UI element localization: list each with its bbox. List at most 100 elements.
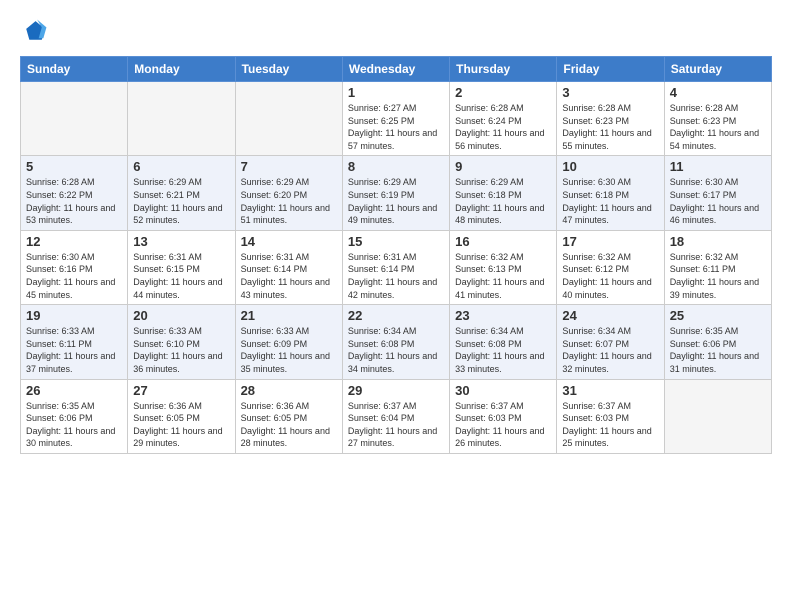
cell-info: Sunrise: 6:36 AM Sunset: 6:05 PM Dayligh… [133, 400, 229, 450]
calendar-cell: 28Sunrise: 6:36 AM Sunset: 6:05 PM Dayli… [235, 379, 342, 453]
cell-info: Sunrise: 6:36 AM Sunset: 6:05 PM Dayligh… [241, 400, 337, 450]
weekday-header-tuesday: Tuesday [235, 57, 342, 82]
day-number: 3 [562, 85, 658, 100]
cell-info: Sunrise: 6:29 AM Sunset: 6:19 PM Dayligh… [348, 176, 444, 226]
cell-info: Sunrise: 6:33 AM Sunset: 6:11 PM Dayligh… [26, 325, 122, 375]
cell-info: Sunrise: 6:37 AM Sunset: 6:03 PM Dayligh… [455, 400, 551, 450]
day-number: 1 [348, 85, 444, 100]
calendar-cell: 30 Sunrise: 6:37 AM Sunset: 6:03 PM Dayli… [450, 379, 557, 453]
calendar-cell [128, 82, 235, 156]
calendar-cell: 24 Sunrise: 6:34 AM Sunset: 6:07 PM Dayli… [557, 305, 664, 379]
cell-info: Sunrise: 6:28 AM Sunset: 6:23 PM Dayligh… [670, 102, 766, 152]
weekday-header-monday: Monday [128, 57, 235, 82]
calendar-cell [21, 82, 128, 156]
weekday-header-row: SundayMondayTuesdayWednesdayThursdayFrid… [21, 57, 772, 82]
logo-icon [20, 18, 48, 46]
logo [20, 18, 52, 46]
page: SundayMondayTuesdayWednesdayThursdayFrid… [0, 0, 792, 612]
day-number: 25 [670, 308, 766, 323]
cell-info: Sunrise: 6:29 AM Sunset: 6:18 PM Dayligh… [455, 176, 551, 226]
calendar-cell: 26Sunrise: 6:35 AM Sunset: 6:06 PM Dayli… [21, 379, 128, 453]
cell-info: Sunrise: 6:28 AM Sunset: 6:24 PM Dayligh… [455, 102, 551, 152]
calendar-cell: 1 Sunrise: 6:27 AM Sunset: 6:25 PM Daylig… [342, 82, 449, 156]
day-number: 14 [241, 234, 337, 249]
calendar-cell: 14 Sunrise: 6:31 AM Sunset: 6:14 PM Dayli… [235, 230, 342, 304]
day-number: 13 [133, 234, 229, 249]
weekday-header-sunday: Sunday [21, 57, 128, 82]
calendar-cell: 10 Sunrise: 6:30 AM Sunset: 6:18 PM Dayli… [557, 156, 664, 230]
calendar-cell: 3 Sunrise: 6:28 AM Sunset: 6:23 PM Daylig… [557, 82, 664, 156]
calendar-cell: 17 Sunrise: 6:32 AM Sunset: 6:12 PM Dayli… [557, 230, 664, 304]
calendar-week-row: 1 Sunrise: 6:27 AM Sunset: 6:25 PM Daylig… [21, 82, 772, 156]
cell-info: Sunrise: 6:28 AM Sunset: 6:23 PM Dayligh… [562, 102, 658, 152]
day-number: 19 [26, 308, 122, 323]
day-number: 9 [455, 159, 551, 174]
calendar-cell: 31 Sunrise: 6:37 AM Sunset: 6:03 PM Dayli… [557, 379, 664, 453]
cell-info: Sunrise: 6:30 AM Sunset: 6:16 PM Dayligh… [26, 251, 122, 301]
calendar-cell: 11 Sunrise: 6:30 AM Sunset: 6:17 PM Dayli… [664, 156, 771, 230]
calendar-cell: 16 Sunrise: 6:32 AM Sunset: 6:13 PM Dayli… [450, 230, 557, 304]
cell-info: Sunrise: 6:29 AM Sunset: 6:21 PM Dayligh… [133, 176, 229, 226]
weekday-header-friday: Friday [557, 57, 664, 82]
cell-info: Sunrise: 6:29 AM Sunset: 6:20 PM Dayligh… [241, 176, 337, 226]
cell-info: Sunrise: 6:27 AM Sunset: 6:25 PM Dayligh… [348, 102, 444, 152]
calendar-cell: 29Sunrise: 6:37 AM Sunset: 6:04 PM Dayli… [342, 379, 449, 453]
cell-info: Sunrise: 6:31 AM Sunset: 6:14 PM Dayligh… [348, 251, 444, 301]
calendar-cell: 4Sunrise: 6:28 AM Sunset: 6:23 PM Daylig… [664, 82, 771, 156]
day-number: 5 [26, 159, 122, 174]
cell-info: Sunrise: 6:34 AM Sunset: 6:07 PM Dayligh… [562, 325, 658, 375]
cell-info: Sunrise: 6:28 AM Sunset: 6:22 PM Dayligh… [26, 176, 122, 226]
day-number: 27 [133, 383, 229, 398]
calendar-cell: 21Sunrise: 6:33 AM Sunset: 6:09 PM Dayli… [235, 305, 342, 379]
cell-info: Sunrise: 6:32 AM Sunset: 6:12 PM Dayligh… [562, 251, 658, 301]
day-number: 24 [562, 308, 658, 323]
calendar-week-row: 5 Sunrise: 6:28 AM Sunset: 6:22 PM Daylig… [21, 156, 772, 230]
cell-info: Sunrise: 6:30 AM Sunset: 6:18 PM Dayligh… [562, 176, 658, 226]
cell-info: Sunrise: 6:37 AM Sunset: 6:04 PM Dayligh… [348, 400, 444, 450]
cell-info: Sunrise: 6:30 AM Sunset: 6:17 PM Dayligh… [670, 176, 766, 226]
day-number: 15 [348, 234, 444, 249]
day-number: 10 [562, 159, 658, 174]
calendar-cell: 19 Sunrise: 6:33 AM Sunset: 6:11 PM Dayli… [21, 305, 128, 379]
cell-info: Sunrise: 6:34 AM Sunset: 6:08 PM Dayligh… [348, 325, 444, 375]
cell-info: Sunrise: 6:33 AM Sunset: 6:10 PM Dayligh… [133, 325, 229, 375]
cell-info: Sunrise: 6:31 AM Sunset: 6:14 PM Dayligh… [241, 251, 337, 301]
calendar-week-row: 19 Sunrise: 6:33 AM Sunset: 6:11 PM Dayli… [21, 305, 772, 379]
day-number: 12 [26, 234, 122, 249]
calendar-cell: 20 Sunrise: 6:33 AM Sunset: 6:10 PM Dayli… [128, 305, 235, 379]
day-number: 21 [241, 308, 337, 323]
calendar-cell: 9 Sunrise: 6:29 AM Sunset: 6:18 PM Daylig… [450, 156, 557, 230]
header [20, 18, 772, 46]
cell-info: Sunrise: 6:31 AM Sunset: 6:15 PM Dayligh… [133, 251, 229, 301]
cell-info: Sunrise: 6:32 AM Sunset: 6:13 PM Dayligh… [455, 251, 551, 301]
day-number: 20 [133, 308, 229, 323]
calendar-cell: 13 Sunrise: 6:31 AM Sunset: 6:15 PM Dayli… [128, 230, 235, 304]
day-number: 16 [455, 234, 551, 249]
cell-info: Sunrise: 6:35 AM Sunset: 6:06 PM Dayligh… [670, 325, 766, 375]
calendar-week-row: 12 Sunrise: 6:30 AM Sunset: 6:16 PM Dayli… [21, 230, 772, 304]
calendar-cell: 15 Sunrise: 6:31 AM Sunset: 6:14 PM Dayli… [342, 230, 449, 304]
cell-info: Sunrise: 6:32 AM Sunset: 6:11 PM Dayligh… [670, 251, 766, 301]
weekday-header-wednesday: Wednesday [342, 57, 449, 82]
calendar-cell [664, 379, 771, 453]
weekday-header-saturday: Saturday [664, 57, 771, 82]
calendar-cell: 2 Sunrise: 6:28 AM Sunset: 6:24 PM Daylig… [450, 82, 557, 156]
day-number: 18 [670, 234, 766, 249]
weekday-header-thursday: Thursday [450, 57, 557, 82]
cell-info: Sunrise: 6:37 AM Sunset: 6:03 PM Dayligh… [562, 400, 658, 450]
calendar-cell: 6Sunrise: 6:29 AM Sunset: 6:21 PM Daylig… [128, 156, 235, 230]
day-number: 11 [670, 159, 766, 174]
day-number: 23 [455, 308, 551, 323]
calendar-cell [235, 82, 342, 156]
calendar-cell: 12 Sunrise: 6:30 AM Sunset: 6:16 PM Dayli… [21, 230, 128, 304]
calendar-table: SundayMondayTuesdayWednesdayThursdayFrid… [20, 56, 772, 454]
day-number: 7 [241, 159, 337, 174]
day-number: 30 [455, 383, 551, 398]
day-number: 17 [562, 234, 658, 249]
calendar-week-row: 26Sunrise: 6:35 AM Sunset: 6:06 PM Dayli… [21, 379, 772, 453]
calendar-cell: 23Sunrise: 6:34 AM Sunset: 6:08 PM Dayli… [450, 305, 557, 379]
day-number: 2 [455, 85, 551, 100]
calendar-cell: 8 Sunrise: 6:29 AM Sunset: 6:19 PM Daylig… [342, 156, 449, 230]
day-number: 31 [562, 383, 658, 398]
day-number: 8 [348, 159, 444, 174]
